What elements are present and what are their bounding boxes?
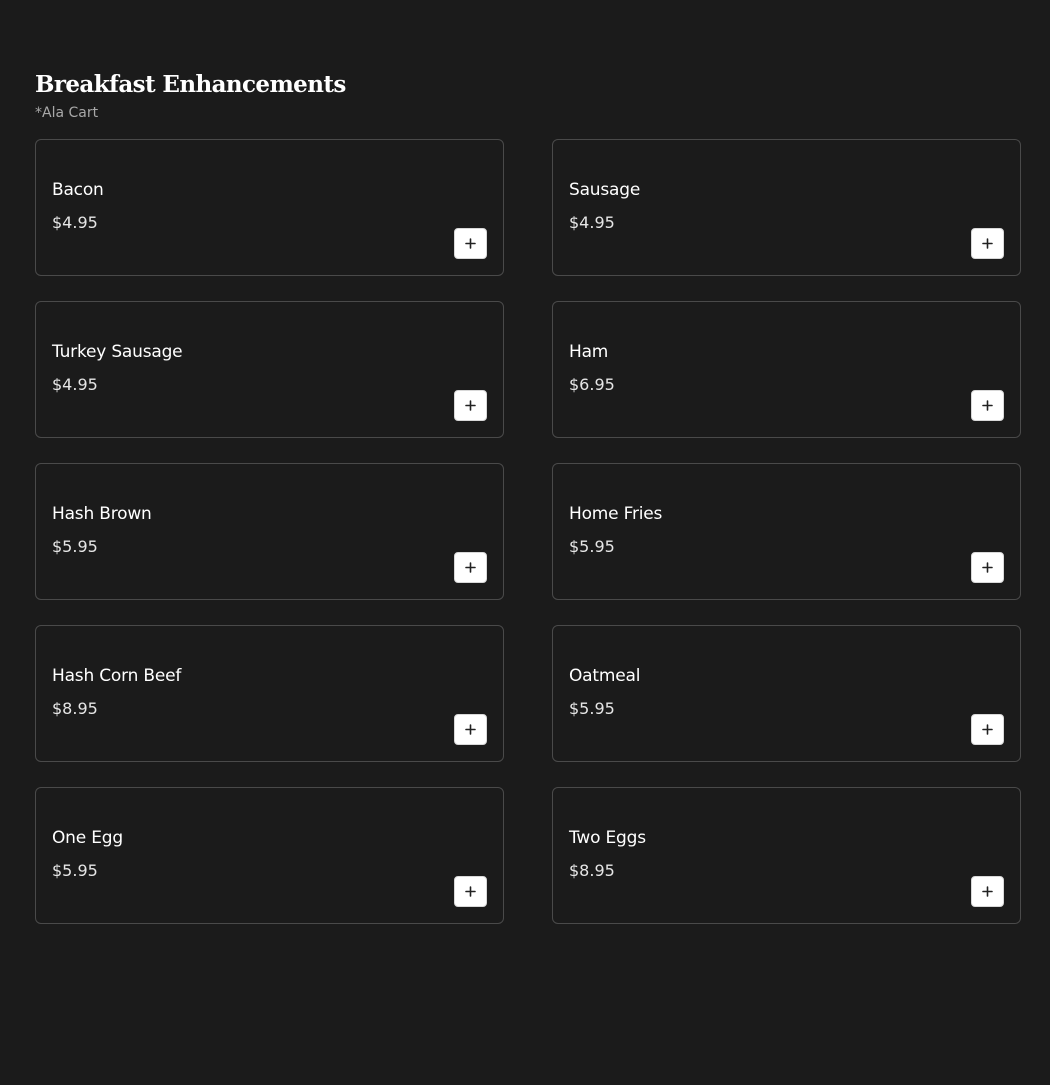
menu-item-price: $8.95 (52, 699, 98, 718)
add-oatmeal-button[interactable] (971, 714, 1004, 745)
menu-item-grid: Bacon $4.95 Sausage $4.95 Turkey Sausage… (35, 139, 1021, 924)
menu-item-card-ham[interactable]: Ham $6.95 (552, 301, 1021, 438)
menu-item-name: Hash Brown (52, 504, 152, 524)
section-title: Breakfast Enhancements (35, 71, 346, 98)
menu-item-price: $5.95 (569, 699, 615, 718)
menu-item-price: $5.95 (52, 537, 98, 556)
menu-item-name: Oatmeal (569, 666, 641, 686)
menu-item-price: $4.95 (569, 213, 615, 232)
menu-item-price: $5.95 (569, 537, 615, 556)
menu-item-price: $8.95 (569, 861, 615, 880)
menu-item-price: $5.95 (52, 861, 98, 880)
menu-item-price: $6.95 (569, 375, 615, 394)
menu-item-card-two-eggs[interactable]: Two Eggs $8.95 (552, 787, 1021, 924)
plus-icon (465, 724, 476, 735)
menu-item-name: Turkey Sausage (52, 342, 183, 362)
plus-icon (465, 886, 476, 897)
menu-item-card-hash-corn-beef[interactable]: Hash Corn Beef $8.95 (35, 625, 504, 762)
menu-item-name: Bacon (52, 180, 104, 200)
menu-item-name: Home Fries (569, 504, 663, 524)
plus-icon (465, 400, 476, 411)
add-hash-corn-beef-button[interactable] (454, 714, 487, 745)
menu-item-name: Ham (569, 342, 609, 362)
breakfast-enhancements-section: Breakfast Enhancements *Ala Cart Bacon $… (35, 66, 1021, 924)
plus-icon (982, 562, 993, 573)
plus-icon (982, 238, 993, 249)
section-subtitle: *Ala Cart (35, 105, 99, 121)
add-one-egg-button[interactable] (454, 876, 487, 907)
plus-icon (465, 562, 476, 573)
menu-item-card-home-fries[interactable]: Home Fries $5.95 (552, 463, 1021, 600)
menu-item-card-sausage[interactable]: Sausage $4.95 (552, 139, 1021, 276)
add-two-eggs-button[interactable] (971, 876, 1004, 907)
menu-item-card-one-egg[interactable]: One Egg $5.95 (35, 787, 504, 924)
plus-icon (982, 886, 993, 897)
menu-item-card-bacon[interactable]: Bacon $4.95 (35, 139, 504, 276)
menu-item-card-turkey-sausage[interactable]: Turkey Sausage $4.95 (35, 301, 504, 438)
menu-item-name: Hash Corn Beef (52, 666, 182, 686)
add-hash-brown-button[interactable] (454, 552, 487, 583)
menu-item-name: Sausage (569, 180, 641, 200)
plus-icon (982, 724, 993, 735)
plus-icon (982, 400, 993, 411)
add-bacon-button[interactable] (454, 228, 487, 259)
menu-item-name: Two Eggs (569, 828, 646, 848)
menu-item-card-hash-brown[interactable]: Hash Brown $5.95 (35, 463, 504, 600)
menu-item-card-oatmeal[interactable]: Oatmeal $5.95 (552, 625, 1021, 762)
add-turkey-sausage-button[interactable] (454, 390, 487, 421)
menu-item-name: One Egg (52, 828, 123, 848)
plus-icon (465, 238, 476, 249)
add-home-fries-button[interactable] (971, 552, 1004, 583)
menu-item-price: $4.95 (52, 375, 98, 394)
add-sausage-button[interactable] (971, 228, 1004, 259)
add-ham-button[interactable] (971, 390, 1004, 421)
menu-item-price: $4.95 (52, 213, 98, 232)
